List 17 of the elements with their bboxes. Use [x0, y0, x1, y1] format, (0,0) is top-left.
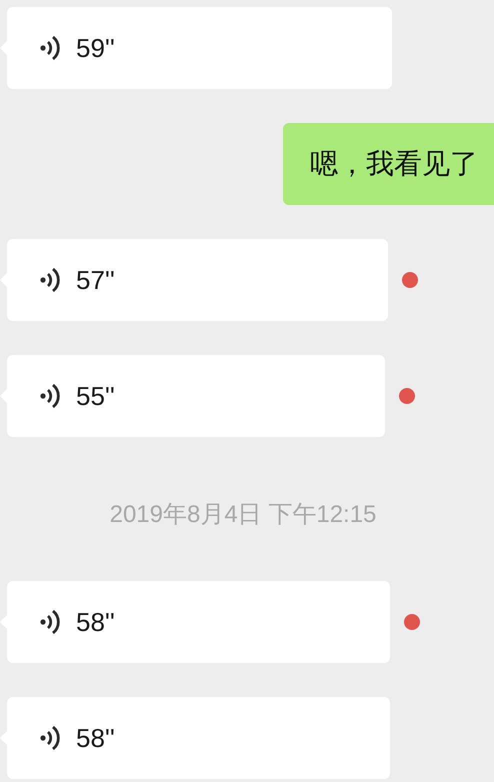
voice-duration: 55'' [76, 380, 115, 412]
voice-icon [40, 266, 60, 294]
voice-duration: 58'' [76, 722, 115, 754]
timestamp: 2019年8月4日 下午12:15 [110, 500, 376, 530]
voice-message-bubble[interactable]: 59'' [7, 7, 392, 89]
voice-message-bubble[interactable]: 55'' [7, 355, 385, 437]
voice-message-bubble[interactable]: 58'' [7, 581, 390, 663]
text-message-bubble: 嗯，我看见了 [283, 123, 494, 205]
voice-icon [40, 34, 60, 62]
voice-icon [40, 724, 60, 752]
voice-message-bubble[interactable]: 57'' [7, 239, 388, 321]
voice-icon [40, 382, 60, 410]
voice-duration: 57'' [76, 264, 115, 296]
voice-message-bubble[interactable]: 58'' [7, 697, 390, 779]
voice-duration: 59'' [76, 32, 115, 64]
voice-icon [40, 608, 60, 636]
voice-duration: 58'' [76, 606, 115, 638]
